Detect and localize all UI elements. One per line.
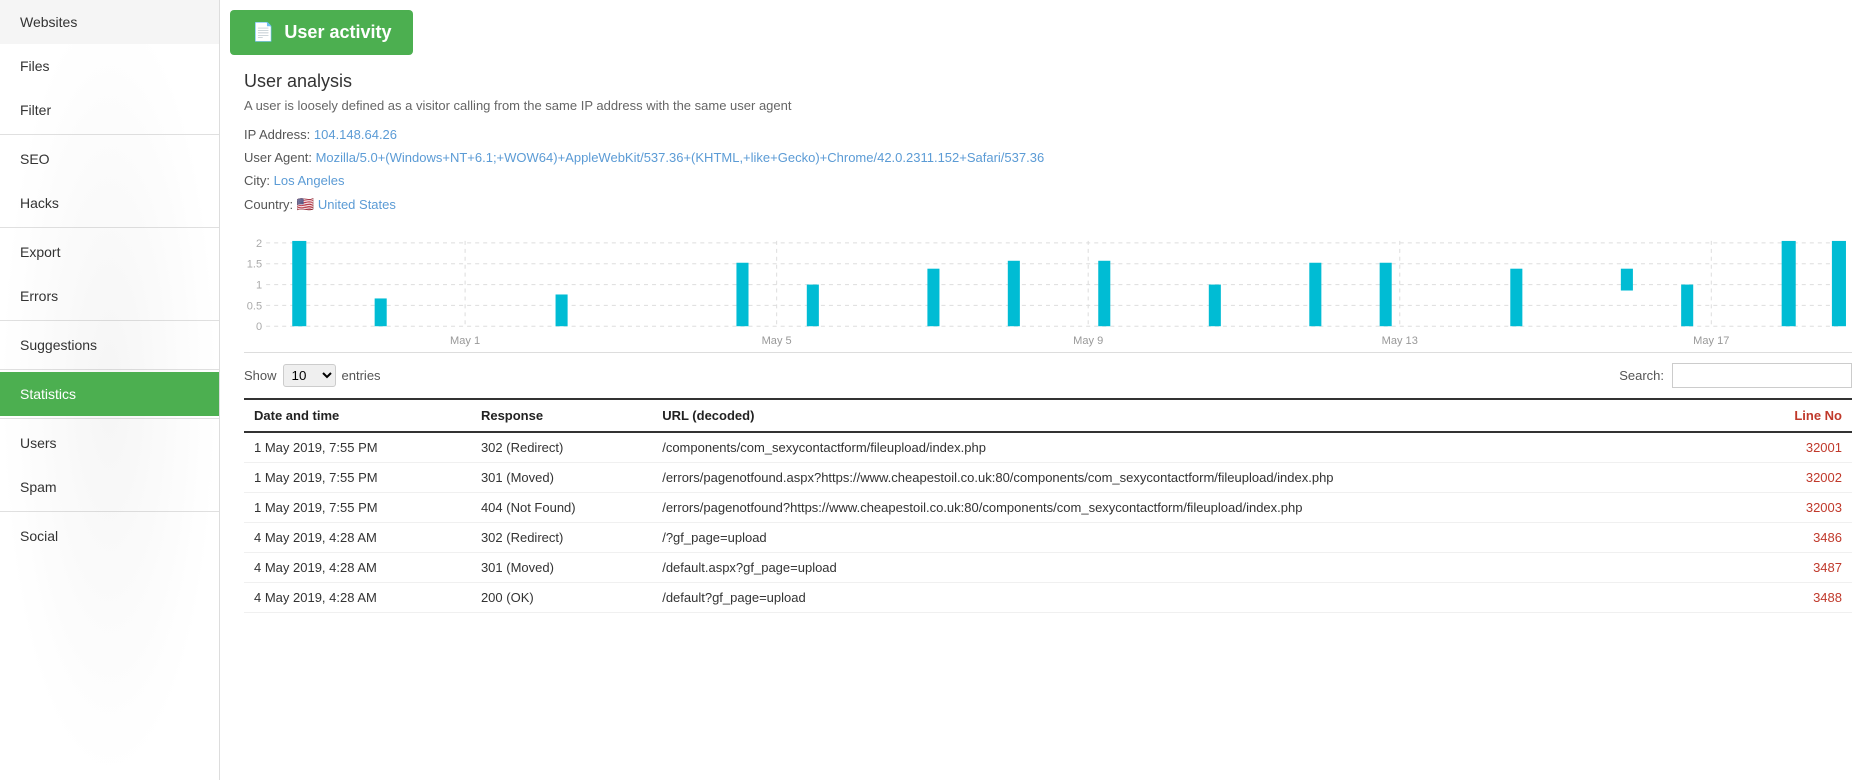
city-label: City: (244, 173, 270, 188)
cell-response: 404 (Not Found) (471, 493, 652, 523)
sidebar-item-spam[interactable]: Spam (0, 465, 219, 509)
country-line: Country: 🇺🇸 United States (244, 196, 1852, 213)
content-area: User analysis A user is loosely defined … (220, 55, 1876, 629)
sidebar-item-seo[interactable]: SEO (0, 137, 219, 181)
cell-url: /errors/pagenotfound?https://www.cheapes… (652, 493, 1745, 523)
ip-value: 104.148.64.26 (314, 127, 397, 142)
country-value: United States (318, 197, 396, 212)
sidebar-item-social[interactable]: Social (0, 514, 219, 558)
search-input[interactable] (1672, 363, 1852, 388)
table-controls: Show 10 25 50 100 entries Search: (244, 363, 1852, 388)
sidebar-item-hacks[interactable]: Hacks (0, 181, 219, 225)
cell-lineno[interactable]: 32001 (1745, 432, 1852, 463)
svg-text:May 13: May 13 (1382, 335, 1418, 347)
sidebar-nav: WebsitesFilesFilter SEOHacks ExportErrors S… (0, 0, 219, 558)
cell-date: 4 May 2019, 4:28 AM (244, 553, 471, 583)
show-label: Show (244, 368, 277, 383)
svg-text:0.5: 0.5 (247, 300, 262, 312)
search-control: Search: (1619, 363, 1852, 388)
table-header: Date and time Response URL (decoded) Lin… (244, 399, 1852, 432)
cell-response: 200 (OK) (471, 583, 652, 613)
col-lineno: Line No (1745, 399, 1852, 432)
cell-date: 4 May 2019, 4:28 AM (244, 583, 471, 613)
show-entries-control: Show 10 25 50 100 entries (244, 364, 381, 387)
ua-label: User Agent: (244, 150, 312, 165)
data-table: Date and time Response URL (decoded) Lin… (244, 398, 1852, 613)
page-subtitle: A user is loosely defined as a visitor c… (244, 98, 1852, 113)
country-flag: 🇺🇸 (297, 196, 314, 212)
ip-label: IP Address: (244, 127, 310, 142)
ip-line: IP Address: 104.148.64.26 (244, 127, 1852, 142)
sidebar-divider (0, 369, 219, 370)
svg-text:0: 0 (256, 321, 262, 333)
ua-line: User Agent: Mozilla/5.0+(Windows+NT+6.1;… (244, 150, 1852, 165)
sidebar-item-files[interactable]: Files (0, 44, 219, 88)
page-header: 📄 User activity (230, 10, 413, 55)
chart-svg: 2 1.5 1 0.5 0 (244, 233, 1852, 352)
sidebar-item-statistics[interactable]: Statistics (0, 372, 219, 416)
table-row: 4 May 2019, 4:28 AM301 (Moved)/default.a… (244, 553, 1852, 583)
cell-date: 1 May 2019, 7:55 PM (244, 432, 471, 463)
entries-select[interactable]: 10 25 50 100 (283, 364, 336, 387)
sidebar-item-export[interactable]: Export (0, 230, 219, 274)
cell-response: 302 (Redirect) (471, 432, 652, 463)
header-title: User activity (284, 22, 391, 43)
cell-url: /errors/pagenotfound.aspx?https://www.ch… (652, 463, 1745, 493)
svg-text:May 1: May 1 (450, 335, 480, 347)
cell-lineno[interactable]: 3488 (1745, 583, 1852, 613)
cell-lineno[interactable]: 3487 (1745, 553, 1852, 583)
ua-value: Mozilla/5.0+(Windows+NT+6.1;+WOW64)+Appl… (316, 150, 1045, 165)
cell-date: 1 May 2019, 7:55 PM (244, 493, 471, 523)
svg-text:2: 2 (256, 238, 262, 250)
cell-response: 301 (Moved) (471, 553, 652, 583)
svg-text:May 5: May 5 (762, 335, 792, 347)
sidebar-divider (0, 227, 219, 228)
city-value: Los Angeles (274, 173, 345, 188)
sidebar-divider (0, 320, 219, 321)
sidebar-divider (0, 511, 219, 512)
doc-icon: 📄 (252, 22, 274, 43)
cell-url: /default?gf_page=upload (652, 583, 1745, 613)
table-row: 4 May 2019, 4:28 AM200 (OK)/default?gf_p… (244, 583, 1852, 613)
sidebar-item-users[interactable]: Users (0, 421, 219, 465)
cell-url: /default.aspx?gf_page=upload (652, 553, 1745, 583)
sidebar-item-errors[interactable]: Errors (0, 274, 219, 318)
sidebar-item-suggestions[interactable]: Suggestions (0, 323, 219, 367)
sidebar-divider (0, 418, 219, 419)
cell-lineno[interactable]: 3486 (1745, 523, 1852, 553)
table-row: 1 May 2019, 7:55 PM404 (Not Found)/error… (244, 493, 1852, 523)
table-row: 1 May 2019, 7:55 PM301 (Moved)/errors/pa… (244, 463, 1852, 493)
svg-text:1: 1 (256, 280, 262, 292)
page-title: User analysis (244, 71, 1852, 92)
table-header-row: Date and time Response URL (decoded) Lin… (244, 399, 1852, 432)
main-content: 📄 User activity User analysis A user is … (220, 0, 1876, 780)
chart-container: 2 1.5 1 0.5 0 (244, 233, 1852, 353)
svg-text:May 9: May 9 (1073, 335, 1103, 347)
svg-text:May 17: May 17 (1693, 335, 1729, 347)
col-url: URL (decoded) (652, 399, 1745, 432)
cell-response: 302 (Redirect) (471, 523, 652, 553)
cell-url: /components/com_sexycontactform/fileuplo… (652, 432, 1745, 463)
col-date: Date and time (244, 399, 471, 432)
sidebar: WebsitesFilesFilter SEOHacks ExportErrors S… (0, 0, 220, 780)
table-row: 4 May 2019, 4:28 AM302 (Redirect)/?gf_pa… (244, 523, 1852, 553)
country-label: Country: (244, 197, 293, 212)
cell-date: 4 May 2019, 4:28 AM (244, 523, 471, 553)
cell-lineno[interactable]: 32002 (1745, 463, 1852, 493)
col-response: Response (471, 399, 652, 432)
table-body: 1 May 2019, 7:55 PM302 (Redirect)/compon… (244, 432, 1852, 613)
cell-date: 1 May 2019, 7:55 PM (244, 463, 471, 493)
cell-lineno[interactable]: 32003 (1745, 493, 1852, 523)
entries-label: entries (342, 368, 381, 383)
svg-text:1.5: 1.5 (247, 259, 262, 271)
sidebar-item-websites[interactable]: Websites (0, 0, 219, 44)
cell-url: /?gf_page=upload (652, 523, 1745, 553)
table-row: 1 May 2019, 7:55 PM302 (Redirect)/compon… (244, 432, 1852, 463)
search-label: Search: (1619, 368, 1664, 383)
city-line: City: Los Angeles (244, 173, 1852, 188)
cell-response: 301 (Moved) (471, 463, 652, 493)
sidebar-item-filter[interactable]: Filter (0, 88, 219, 132)
sidebar-divider (0, 134, 219, 135)
